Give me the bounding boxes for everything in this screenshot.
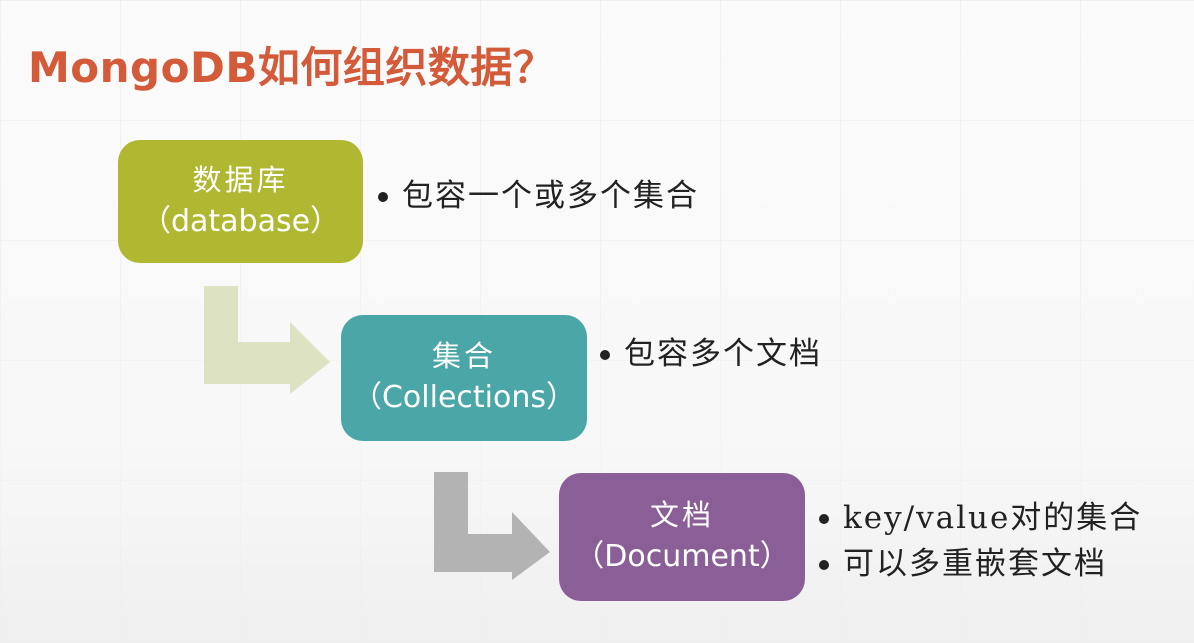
slide-title: MongoDB如何组织数据？ xyxy=(28,43,556,92)
elbow-arrow-collections-to-document xyxy=(434,472,550,580)
slide: MongoDB如何组织数据？ 数据库 （database） 集合 （Collec… xyxy=(0,0,1194,643)
document-bullet-list: key/value对的集合 可以多重嵌套文档 xyxy=(817,495,1142,587)
arrow-shape xyxy=(434,472,550,580)
bullet-text: 可以多重嵌套文档 xyxy=(843,546,1107,582)
database-bullet-list: 包容一个或多个集合 xyxy=(376,173,699,219)
bullet-text: key/value对的集合 xyxy=(843,500,1143,536)
bullet-text: 包容多个文档 xyxy=(624,336,822,372)
arrow-shape xyxy=(204,286,330,394)
bullet-dot-icon xyxy=(378,192,388,202)
bullet-dot-icon xyxy=(600,350,610,360)
database-box: 数据库 （database） xyxy=(118,140,363,263)
collections-label-zh: 集合 xyxy=(431,339,496,373)
bullet-dot-icon xyxy=(819,560,829,570)
elbow-arrow-database-to-collections xyxy=(204,286,330,394)
bullet-item: key/value对的集合 xyxy=(817,495,1142,541)
bullet-item: 包容一个或多个集合 xyxy=(376,173,699,219)
database-label-en: （database） xyxy=(140,203,341,239)
database-label-zh: 数据库 xyxy=(192,162,289,197)
collections-label-en: （Collections） xyxy=(351,380,577,415)
document-box: 文档 （Document） xyxy=(559,473,805,601)
document-label-en: （Document） xyxy=(574,539,790,574)
collections-box: 集合 （Collections） xyxy=(341,315,587,441)
bullet-dot-icon xyxy=(819,514,829,524)
bullet-item: 可以多重嵌套文档 xyxy=(817,541,1142,587)
bullet-item: 包容多个文档 xyxy=(598,331,822,377)
bullet-text: 包容一个或多个集合 xyxy=(402,178,699,214)
document-label-zh: 文档 xyxy=(649,498,714,532)
collections-bullet-list: 包容多个文档 xyxy=(598,331,822,377)
